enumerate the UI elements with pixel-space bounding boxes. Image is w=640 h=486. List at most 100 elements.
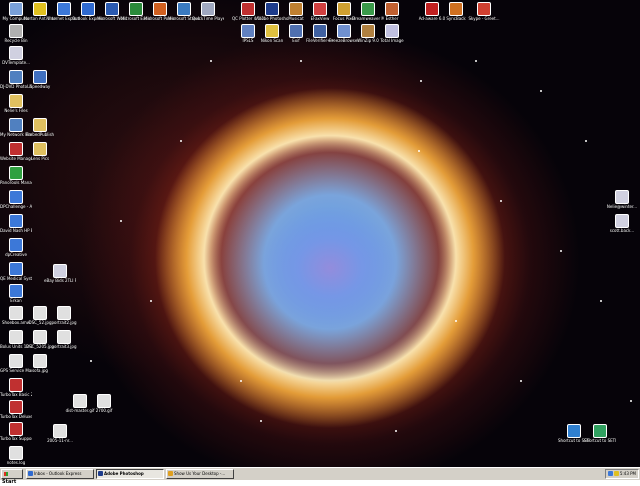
image-icon [385, 24, 399, 38]
icon-label: Speedway [29, 84, 51, 89]
music-icon [289, 2, 303, 16]
internet-shortcut-icon [9, 190, 23, 204]
computer-icon [9, 2, 23, 16]
image-file-icon [57, 330, 71, 344]
star [475, 60, 477, 62]
app-icon [385, 2, 399, 16]
internet-shortcut-icon [9, 214, 23, 228]
desktop-icon-seti-tray[interactable]: Shortcut to SETI tray [584, 424, 616, 443]
icon-label: Nelie's Files [4, 108, 28, 113]
ad-aware-icon [425, 2, 439, 16]
star [395, 430, 397, 432]
icon-label: Esther [385, 16, 399, 21]
seti-icon [593, 424, 607, 438]
star [585, 140, 587, 142]
browser-icon [168, 471, 173, 476]
app-icon [33, 70, 47, 84]
outlook-express-icon [28, 471, 33, 476]
image-file-icon [33, 354, 47, 368]
icon-label: TurboTax Deluxe/Business... [0, 414, 32, 419]
file-icon [615, 190, 629, 204]
star [120, 220, 122, 222]
folder-icon [33, 142, 47, 156]
desktop-icon-portrait2[interactable]: portrait2.jpg [48, 306, 80, 325]
winzip-icon [361, 24, 375, 38]
desktop-icon-erkan[interactable]: Erkan [0, 284, 32, 303]
icon-label: Skype - Greet... [468, 16, 500, 21]
icon-label: portrait3.jpg [51, 344, 77, 349]
excel-icon [129, 2, 143, 16]
desktop-icon-notes[interactable]: notes.log [0, 446, 32, 465]
icon-label: 2700.gif [95, 408, 113, 413]
taskbar-button-photoshop[interactable]: Adobe Photoshop [96, 469, 164, 479]
desktop-icon-dpchallenge[interactable]: DPChallenge - A Digital Ph... [0, 190, 32, 209]
internet-shortcut-icon [9, 284, 23, 298]
desktop-icon-turbotax-support[interactable]: TurboTax Support [0, 422, 32, 441]
desktop-icon-david-nash[interactable]: David Nash HP Enterprise [0, 214, 32, 233]
desktop-icon-portrait3[interactable]: portrait3.jpg [48, 330, 80, 349]
desktop-icon-sofa[interactable]: sofa.jpg [24, 354, 56, 373]
outlook-express-icon [81, 2, 95, 16]
powerpoint-icon [153, 2, 167, 16]
icon-label: DVTemplate... [2, 60, 30, 65]
website-icon [9, 142, 23, 156]
image-file-icon [33, 306, 47, 320]
desktop-icon-turbotax-basic[interactable]: TurboTax Basic 2004 [0, 378, 32, 397]
turbotax-icon [9, 422, 23, 436]
icon-label: Erkan [10, 298, 22, 303]
icon-label: notes.log [6, 460, 26, 465]
exif-icon [289, 24, 303, 38]
taskbar-button-browser[interactable]: Show Us Your Desktop -... [166, 469, 234, 479]
network-tray-icon[interactable] [608, 471, 613, 476]
desktop-icon-recycle-bin[interactable]: Recycle Bin [0, 24, 32, 43]
star [418, 150, 420, 152]
desktop-icon-dvtemplate[interactable]: DVTemplate... [0, 46, 32, 65]
desktop-icon-scott-back[interactable]: scott.back... [606, 214, 638, 233]
seti-icon [567, 424, 581, 438]
desktop-icon-2005-11[interactable]: 2005-11-nr... [44, 424, 76, 443]
start-button[interactable]: Start [1, 469, 23, 485]
word-icon [105, 2, 119, 16]
antivirus-tray-icon[interactable] [614, 471, 619, 476]
desktop-icon-ebay-bids[interactable]: eBay Bids 2TLI PROFIL... [44, 264, 76, 283]
recycle-bin-icon [9, 24, 23, 38]
icon-label: David Nash HP Enterprise [0, 228, 32, 233]
desktop-icon-skype[interactable]: Skype - Greet... [468, 2, 500, 21]
icon-label: PanoTools Manager [0, 180, 32, 185]
desktop-icon-quicktime[interactable]: QuickTime Player [192, 2, 224, 21]
desktop-icon-nelies-files[interactable]: Nelie's Files [0, 94, 32, 113]
desktop-icon-speedway[interactable]: Speedway [24, 70, 56, 89]
skype-icon [477, 2, 491, 16]
file-icon [9, 446, 23, 460]
clock[interactable]: 5:43 PM [620, 470, 636, 478]
desktop-icon-total-image[interactable]: Total Image [376, 24, 408, 43]
turbotax-icon [9, 378, 23, 392]
desktop-icon-qe-medical[interactable]: QE Medical Systems [0, 262, 32, 281]
taskbar-button-outlook[interactable]: Inbox - Outlook Express [26, 469, 94, 479]
pdf-icon [9, 354, 23, 368]
photoshop-icon [265, 2, 279, 16]
taskbar-button-label: Inbox - Outlook Express [34, 471, 82, 476]
desktop-icon-embedpublish[interactable]: EmbedPublish [24, 118, 56, 137]
desktop-icon-2700[interactable]: 2700.gif [88, 394, 120, 413]
desktop-icon-nelie-winter[interactable]: Nelie@winter... [606, 190, 638, 209]
icon-label: Lens Pics [30, 156, 50, 161]
desktop-icon-turbotax-deluxe[interactable]: TurboTax Deluxe/Business... [0, 400, 32, 419]
icon-label: Total Image [380, 38, 404, 43]
desktop-icon-dpcreative[interactable]: dpCreative [0, 238, 32, 257]
icon-label: Nelie@winter... [606, 204, 638, 209]
icon-label: TurboTax Basic 2004 [0, 392, 32, 397]
dvd-icon [9, 70, 23, 84]
star [630, 400, 632, 402]
icon-label: 2005-11-nr... [47, 438, 73, 443]
star [180, 140, 182, 142]
desktop-icon-esther[interactable]: Esther [376, 2, 408, 21]
browser-icon [337, 24, 351, 38]
icon-label: Recycle Bin [4, 38, 28, 43]
desktop-icon-panotools[interactable]: PanoTools Manager [0, 166, 32, 185]
internet-shortcut-icon [9, 238, 23, 252]
system-tray: 5:43 PM [605, 469, 639, 479]
star [150, 300, 152, 302]
sync-icon [449, 2, 463, 16]
desktop-icon-lens-pics[interactable]: Lens Pics [24, 142, 56, 161]
